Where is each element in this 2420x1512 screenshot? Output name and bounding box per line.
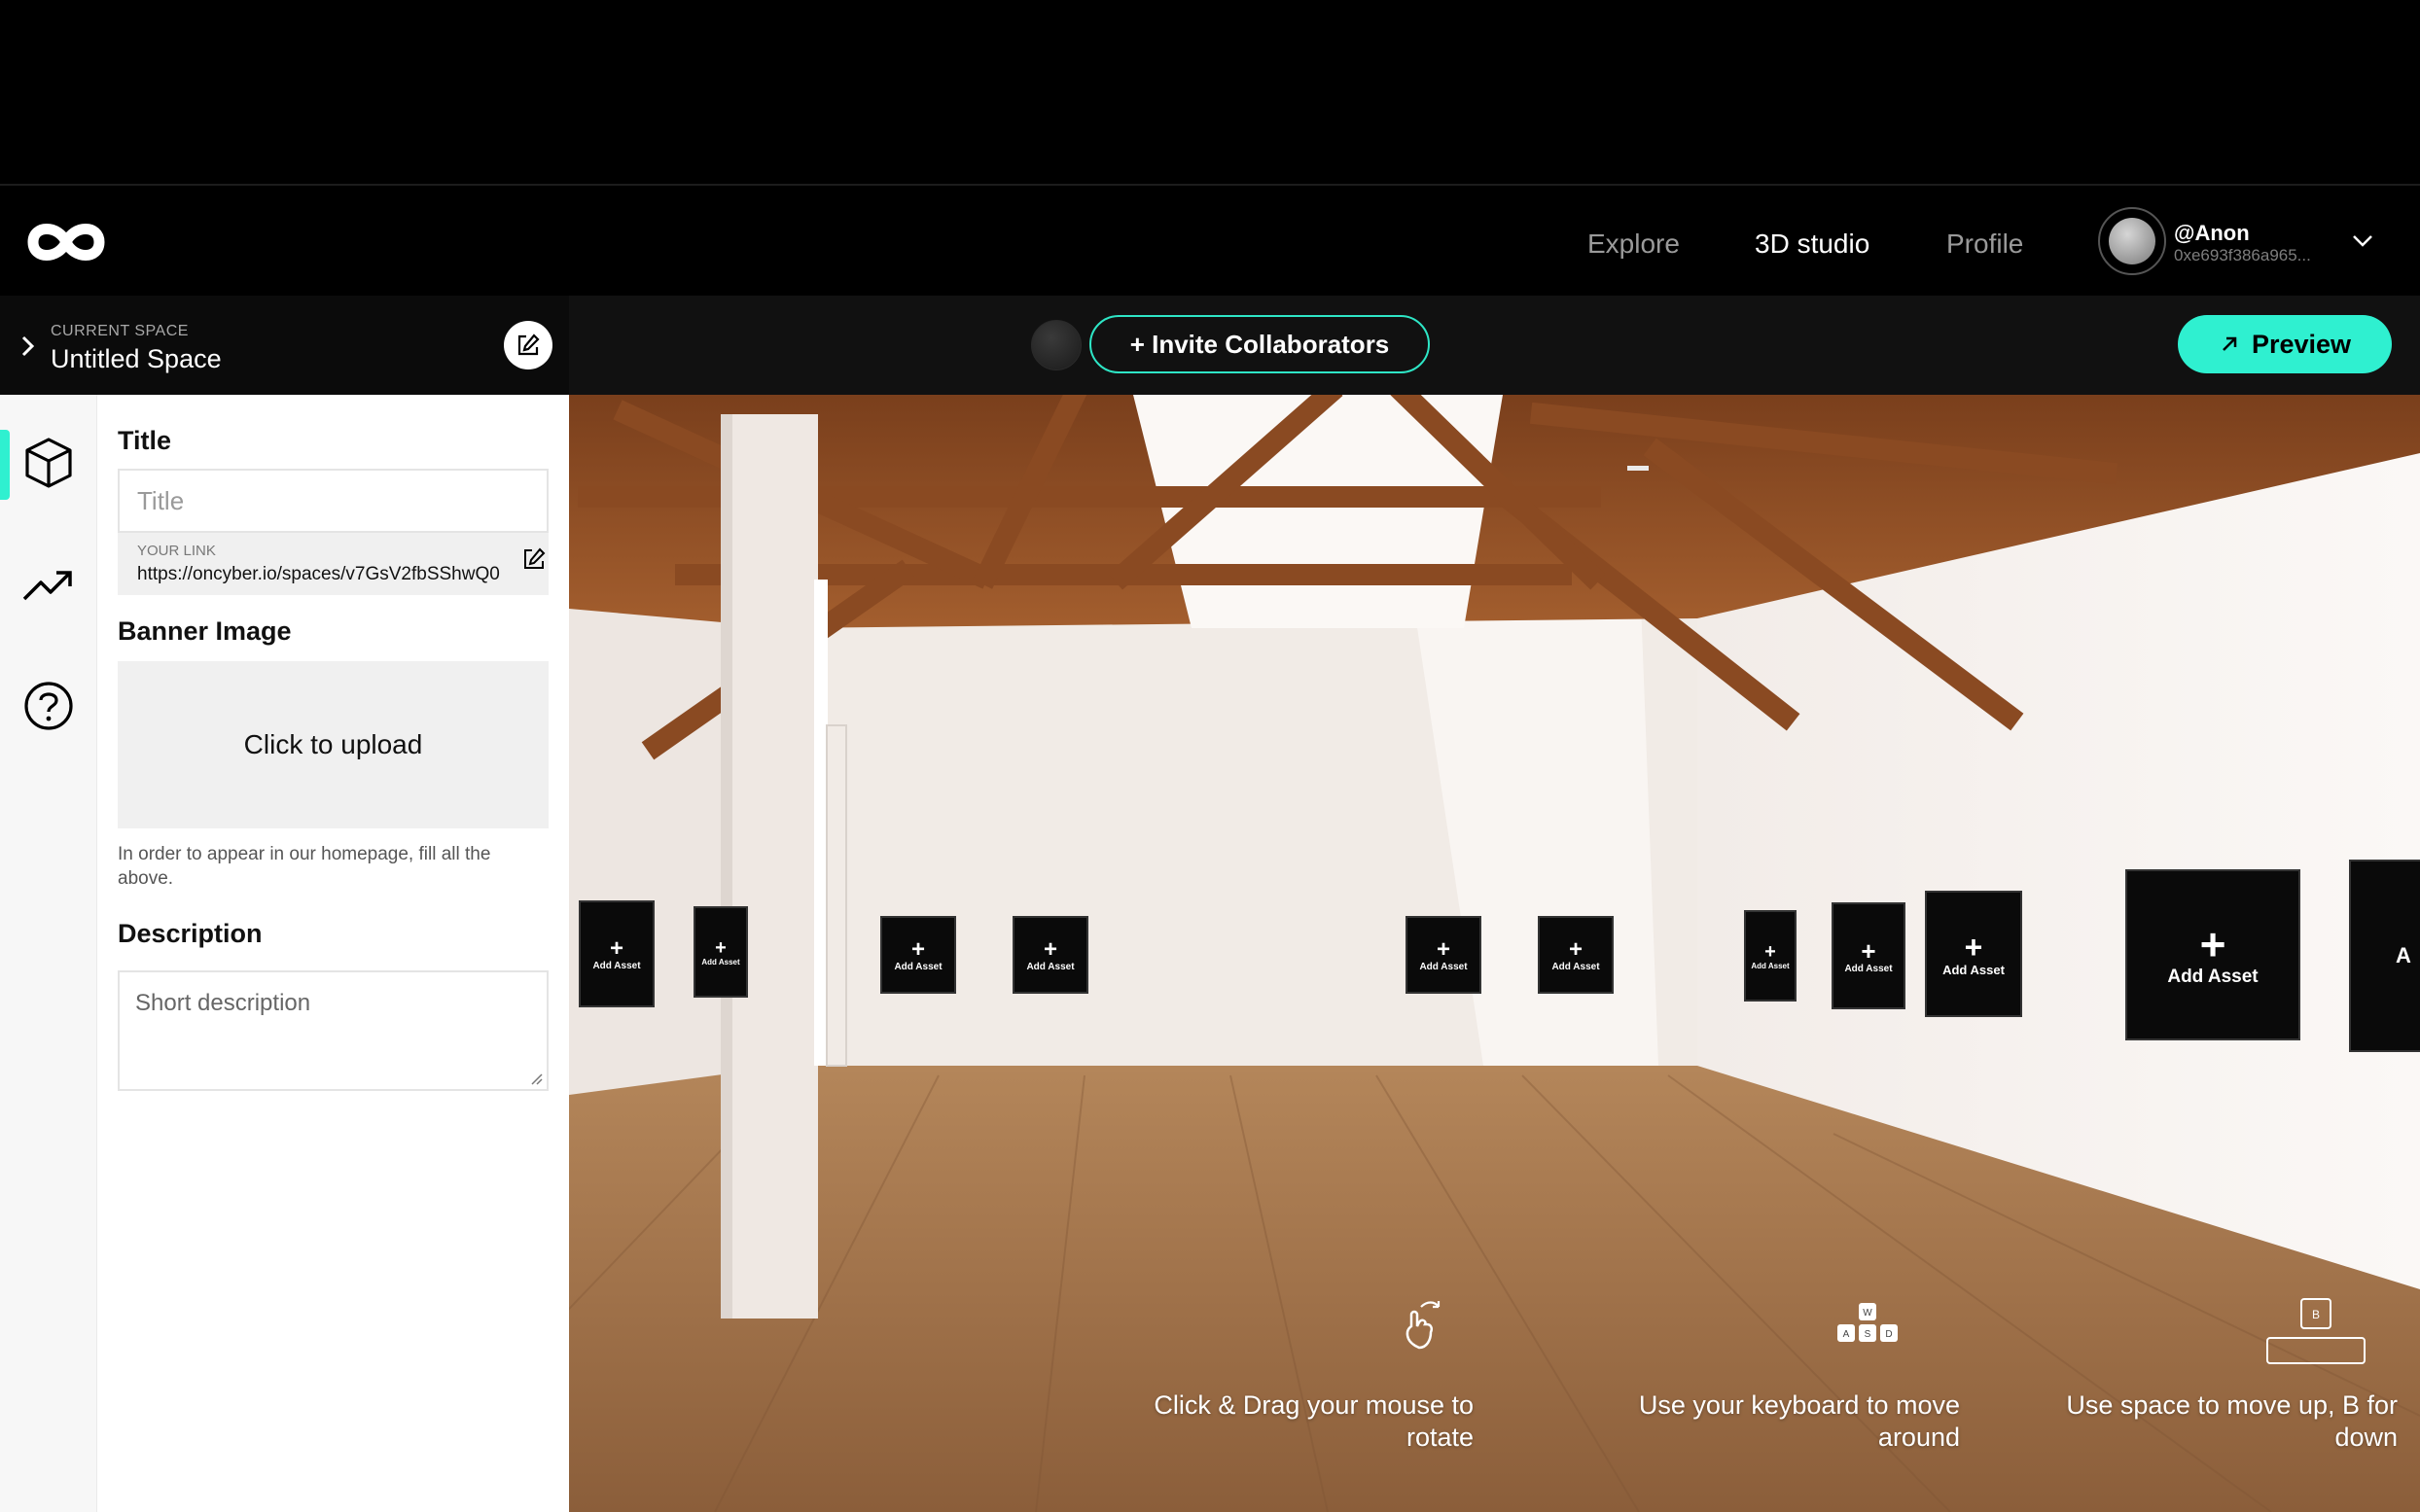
your-link-label: YOUR LINK <box>137 543 216 559</box>
space-b-keys-icon: B <box>2266 1298 2366 1364</box>
edit-link-icon[interactable] <box>521 546 547 572</box>
add-asset-frame[interactable]: + Add Asset <box>1538 916 1614 994</box>
top-blank-area <box>0 0 2420 186</box>
add-asset-frame[interactable]: + Add Asset <box>2125 869 2300 1040</box>
hint-keyboard: Use your keyboard to move around <box>1638 1390 1960 1452</box>
collaborator-avatar[interactable] <box>1031 320 1082 370</box>
chevron-right-icon[interactable] <box>18 334 39 358</box>
studio-toolbar: + Invite Collaborators Preview <box>569 296 2420 395</box>
user-address: 0xe693f386a965... <box>2174 246 2311 264</box>
arrow-up-right-icon <box>2223 336 2237 351</box>
current-space-header: CURRENT SPACE Untitled Space <box>0 296 569 395</box>
hint-rotate: Click & Drag your mouse to rotate <box>1154 1390 1474 1452</box>
title-input[interactable] <box>118 469 549 533</box>
key-b: B <box>2312 1308 2320 1321</box>
add-asset-frame[interactable]: + Add Asset <box>694 906 748 998</box>
add-asset-frame[interactable]: + Add Asset <box>1013 916 1088 994</box>
hint-space: Use space to move up, B for down <box>2066 1390 2398 1452</box>
banner-upload-area[interactable]: Click to upload <box>118 661 549 828</box>
rail-item-space[interactable] <box>21 436 76 490</box>
nav-profile[interactable]: Profile <box>1946 229 2023 260</box>
current-space-name: Untitled Space <box>51 344 222 373</box>
current-space-label: CURRENT SPACE <box>51 323 189 339</box>
add-asset-frame[interactable]: + Add Asset <box>1832 902 1905 1009</box>
preview-label: Preview <box>2251 329 2352 359</box>
nav-explore[interactable]: Explore <box>1587 229 1680 260</box>
oncyber-logo[interactable] <box>25 217 107 267</box>
help-icon <box>24 682 73 730</box>
description-input[interactable] <box>118 970 549 1091</box>
your-link-url[interactable]: https://oncyber.io/spaces/v7GsV2fbSShwQ0 <box>137 564 500 585</box>
wasd-keys-icon: W A S D <box>1837 1303 1898 1342</box>
user-avatar[interactable] <box>2098 207 2166 275</box>
rail-item-help[interactable] <box>21 679 76 733</box>
invite-collaborators-button[interactable]: + Invite Collaborators <box>1089 315 1430 373</box>
user-name[interactable]: @Anon <box>2174 221 2250 246</box>
add-asset-frame[interactable]: + Add Asset <box>1406 916 1481 994</box>
your-link-box: YOUR LINK https://oncyber.io/spaces/v7Gs… <box>118 533 549 595</box>
key-a: A <box>1843 1329 1850 1340</box>
edit-icon <box>517 334 540 356</box>
banner-image-heading: Banner Image <box>118 616 292 646</box>
title-heading: Title <box>118 426 172 455</box>
cube-icon <box>25 438 72 488</box>
add-asset-frame[interactable]: + Add Asset <box>1925 891 2022 1017</box>
left-rail <box>0 395 97 1512</box>
homepage-hint: In order to appear in our homepage, fill… <box>118 844 491 889</box>
rail-item-analytics[interactable] <box>21 558 76 613</box>
chevron-down-icon[interactable] <box>2349 227 2376 254</box>
add-asset-frame[interactable]: + Add Asset <box>1744 910 1797 1002</box>
space-settings-panel: Title YOUR LINK https://oncyber.io/space… <box>97 395 569 1512</box>
description-heading: Description <box>118 919 263 948</box>
key-s: S <box>1865 1329 1871 1340</box>
avatar <box>2109 218 2155 264</box>
resize-grip-icon[interactable] <box>529 1072 543 1085</box>
active-indicator <box>0 430 10 500</box>
key-d: D <box>1885 1329 1892 1340</box>
trending-up-icon <box>22 571 72 601</box>
3d-viewport[interactable]: + Add Asset + Add Asset + Add Asset + Add As… <box>569 395 2420 1512</box>
key-w: W <box>1863 1308 1872 1319</box>
preview-button[interactable]: Preview <box>2178 315 2392 373</box>
add-asset-frame[interactable]: A <box>2349 860 2420 1052</box>
nav-3d-studio[interactable]: 3D studio <box>1755 229 1869 260</box>
drag-hand-icon <box>1406 1301 1441 1350</box>
add-asset-frame[interactable]: + Add Asset <box>880 916 956 994</box>
top-nav: Explore 3D studio Profile @Anon 0xe693f3… <box>0 188 2420 296</box>
edit-space-button[interactable] <box>504 321 552 369</box>
add-asset-frame[interactable]: + Add Asset <box>579 900 655 1007</box>
